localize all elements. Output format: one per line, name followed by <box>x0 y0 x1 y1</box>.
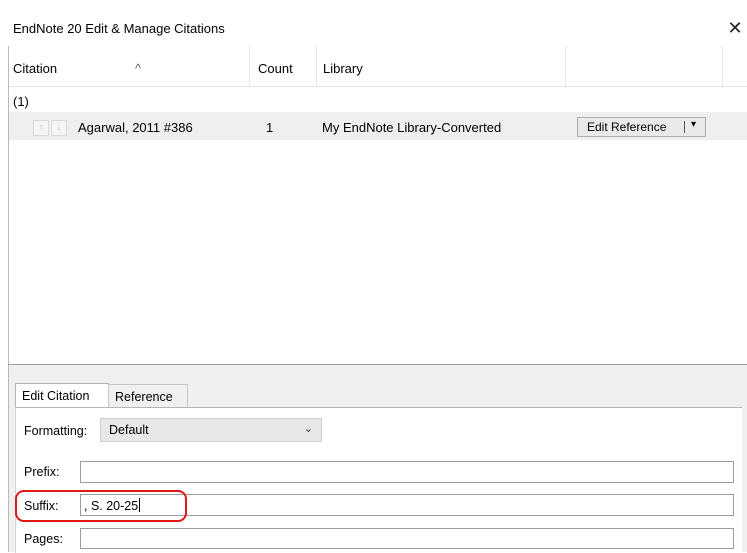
citation-group-label: (1) <box>13 94 29 109</box>
column-header-library[interactable]: Library <box>317 46 566 86</box>
suffix-highlight-annotation <box>15 490 187 522</box>
title-bar: EndNote 20 Edit & Manage Citations ✕ <box>0 0 747 46</box>
column-label-count: Count <box>258 61 293 76</box>
citation-details-pane: Edit Citation Reference <box>9 365 747 553</box>
move-down-button[interactable]: ↓ <box>51 120 67 136</box>
close-button[interactable]: ✕ <box>724 15 746 41</box>
library-cell: My EndNote Library-Converted <box>322 120 502 135</box>
column-header-actions <box>566 46 723 86</box>
prefix-label: Prefix: <box>24 465 60 479</box>
citation-cell: Agarwal, 2011 #386 <box>78 120 193 135</box>
arrow-up-icon: ↑ <box>38 122 44 133</box>
table-row[interactable]: ↑ ↓ Agarwal, 2011 #386 1 My EndNote Libr… <box>9 112 747 140</box>
tab-label: Reference <box>115 390 173 404</box>
column-label-library: Library <box>323 61 363 76</box>
window-title: EndNote 20 Edit & Manage Citations <box>13 21 225 36</box>
edit-reference-button[interactable]: Edit Reference ▾ <box>577 117 706 137</box>
pages-label: Pages: <box>24 532 63 546</box>
edit-reference-label: Edit Reference <box>587 120 667 134</box>
column-label-citation: Citation <box>13 61 58 76</box>
edit-manage-citations-dialog: EndNote 20 Edit & Manage Citations ✕ Cit… <box>0 0 747 553</box>
citation-table-header: Citation ^ Count Library <box>9 46 747 87</box>
arrow-down-icon: ↓ <box>56 122 62 133</box>
formatting-value: Default <box>109 423 149 437</box>
count-cell: 1 <box>266 120 274 135</box>
tab-label: Edit Citation <box>22 389 90 403</box>
column-header-citation[interactable]: Citation ^ <box>9 46 250 86</box>
sort-ascending-icon: ^ <box>135 61 142 76</box>
move-up-button[interactable]: ↑ <box>33 120 49 136</box>
formatting-label: Formatting: <box>24 424 88 438</box>
column-header-count[interactable]: Count <box>250 46 317 86</box>
chevron-down-icon: ⌄ <box>303 423 313 435</box>
tab-reference[interactable]: Reference <box>108 384 188 408</box>
formatting-select[interactable]: Default ⌄ <box>100 418 322 442</box>
close-icon: ✕ <box>727 18 743 38</box>
dropdown-arrow-icon[interactable]: ▾ <box>691 119 696 130</box>
pages-field[interactable] <box>80 528 734 549</box>
split-divider <box>684 121 685 133</box>
prefix-field[interactable] <box>80 461 734 483</box>
tab-edit-citation[interactable]: Edit Citation <box>15 383 109 409</box>
